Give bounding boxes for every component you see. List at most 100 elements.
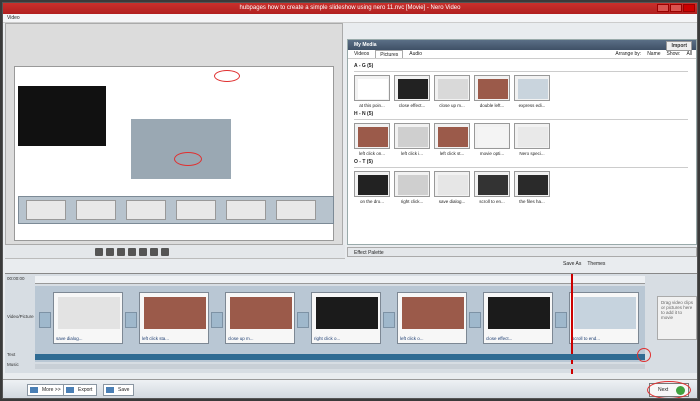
transition-marker[interactable] [297,312,309,328]
media-tile[interactable] [434,75,470,101]
media-tile[interactable] [514,75,550,101]
save-button[interactable]: Save [103,384,135,396]
media-panel-title: My Media [354,42,377,48]
preview-thumb [76,200,116,220]
arrange-controls: Arrange by: Name Show: All [615,51,692,57]
menu-bar: Video [3,14,697,23]
transition-marker[interactable] [211,312,223,328]
clip-label: left click sta... [142,336,170,341]
export-button[interactable]: Export [63,384,98,396]
bottom-bar: More >> Export Save Next [3,379,697,398]
preview-thumb [176,200,216,220]
transition-marker[interactable] [39,312,51,328]
media-tile-label: close up m... [439,103,465,108]
app-window: hubpages how to create a simple slidesho… [2,2,698,399]
preview-thumb [226,200,266,220]
title-bar: hubpages how to create a simple slidesho… [3,3,697,14]
close-button[interactable] [683,4,695,12]
media-tile[interactable] [354,75,390,101]
media-tile[interactable] [394,171,430,197]
preview-thumb [276,200,316,220]
media-tile[interactable] [394,123,430,149]
clip-label: right click o... [314,336,341,341]
group-divider [354,71,688,72]
volume-icon[interactable] [95,247,103,256]
media-tile-label: save dialog... [438,199,466,204]
timeline-scrollbar[interactable] [35,364,645,369]
drop-zone[interactable]: Drag video clips or pictures here to add… [657,296,697,340]
media-tile-label: express edi... [518,103,546,108]
timeline-clip[interactable]: save dialog... [53,292,123,344]
maximize-button[interactable] [670,4,682,12]
menu-video[interactable]: Video [7,15,20,21]
media-tile-label: Nero speci... [519,151,545,156]
annotation-circle [637,348,651,362]
timeline-clip[interactable]: close effect... [483,292,553,344]
media-tile[interactable] [434,171,470,197]
clip-label: left click o... [400,336,424,341]
group-label: O - T (5) [354,159,373,165]
preview-thumb [126,200,166,220]
preview-thumb [26,200,66,220]
media-tile[interactable] [354,171,390,197]
more-label: More >> [42,387,61,393]
more-icon [30,387,38,393]
timeline-clip[interactable]: left click sta... [139,292,209,344]
prev-icon[interactable] [128,247,136,256]
minimize-button[interactable] [657,4,669,12]
more-button[interactable]: More >> [27,384,66,396]
snapshot-icon[interactable] [106,247,114,256]
tab-audio[interactable]: Audio [405,50,426,58]
media-tile[interactable] [474,171,510,197]
save-label: Save [118,387,130,393]
timeline-clip[interactable]: right click o... [311,292,381,344]
window-controls [657,4,695,12]
media-tile-label: right click... [400,199,424,204]
play-icon[interactable] [139,247,147,256]
media-tile-label: close effect... [398,103,426,108]
audio-track[interactable] [35,354,645,360]
track-labels: 00:00:00 Video/Picture Text Music [5,274,35,374]
window-title: hubpages how to create a simple slidesho… [239,5,461,11]
transition-marker[interactable] [125,312,137,328]
timeline-clip[interactable]: left click o... [397,292,467,344]
fullscreen-icon[interactable] [161,247,169,256]
preview-window [5,23,343,245]
transition-marker[interactable] [383,312,395,328]
annotation-circle [214,70,240,82]
track-label-music: Music [7,362,19,367]
media-tile[interactable] [394,75,430,101]
effect-palette-toggle[interactable]: Effect Palette [347,247,697,257]
save-icon [106,387,114,393]
media-tile[interactable] [514,171,550,197]
transition-marker[interactable] [555,312,567,328]
media-tile[interactable] [474,123,510,149]
media-tile-label: left click st... [439,151,465,156]
tab-pictures[interactable]: Pictures [375,50,404,58]
arrange-select[interactable]: Name [647,51,660,57]
group-divider [354,167,688,168]
clip-label: close effect... [486,336,513,341]
stop-icon[interactable] [117,247,125,256]
show-select[interactable]: All [686,51,692,57]
media-tile[interactable] [354,123,390,149]
export-label: Export [78,387,93,393]
preview-waveform [131,119,231,179]
timeline-ruler[interactable] [35,276,645,284]
media-tile-label: double left... [479,103,505,108]
arrange-label: Arrange by: [615,51,642,57]
media-tile-label: on the dro... [359,199,385,204]
transition-marker[interactable] [469,312,481,328]
timeline-clip[interactable]: scroll to end... [569,292,639,344]
media-tile[interactable] [514,123,550,149]
next-icon[interactable] [150,247,158,256]
themes-button[interactable]: Themes [587,261,605,267]
tab-videos[interactable]: Videos [350,50,373,58]
timeline-clip[interactable]: close up m... [225,292,295,344]
import-button[interactable]: Import [666,41,692,51]
group-label: H - N (5) [354,111,374,117]
media-tile[interactable] [434,123,470,149]
media-tile[interactable] [474,75,510,101]
group-divider [354,119,688,120]
save-as-button[interactable]: Save As [563,261,581,267]
